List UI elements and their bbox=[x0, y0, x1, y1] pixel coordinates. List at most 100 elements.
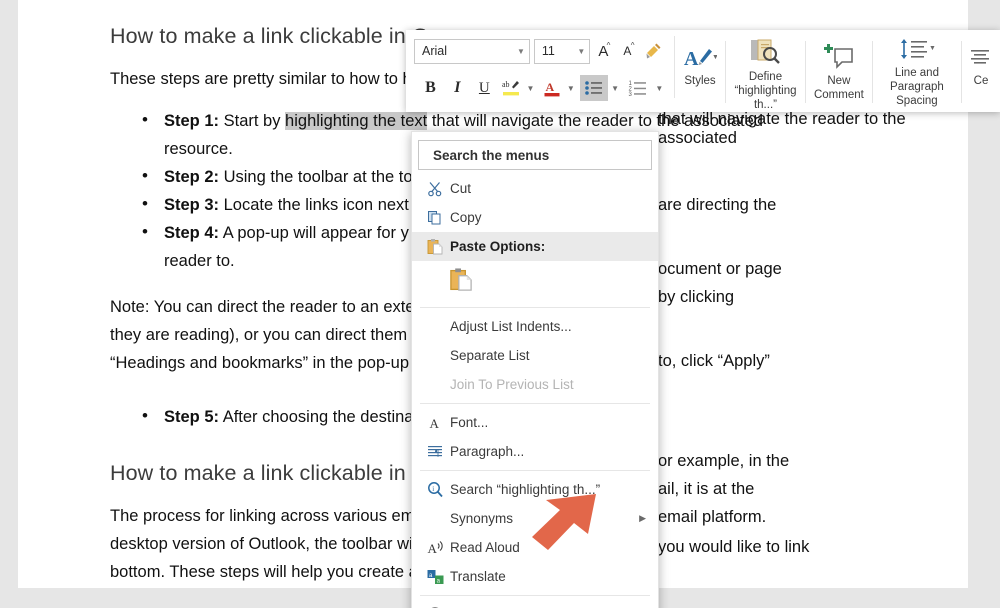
text-fragment-associated: that will navigate the reader to the ass… bbox=[658, 110, 968, 148]
font-color-icon: A bbox=[542, 78, 562, 98]
styles-button[interactable]: A ▼ Styles bbox=[675, 35, 725, 107]
center-button[interactable]: Ce bbox=[962, 35, 1000, 107]
menu-item-font[interactable]: A Font... bbox=[412, 408, 658, 437]
svg-text:A: A bbox=[430, 416, 440, 431]
menu-item-join-to-previous-list-label: Join To Previous List bbox=[450, 377, 658, 392]
step-label: Step 3: bbox=[164, 196, 219, 214]
chevron-down-icon[interactable]: ▼ bbox=[517, 47, 525, 56]
font-size-value: 11 bbox=[542, 44, 573, 58]
step-label: Step 4: bbox=[164, 224, 219, 242]
numbering-chevron-down-icon[interactable]: ▼ bbox=[653, 75, 666, 101]
translate-icon: a a bbox=[420, 569, 450, 585]
scissors-icon bbox=[420, 181, 450, 197]
read-aloud-icon: A bbox=[420, 540, 450, 556]
font-row: Arial ▼ 11 ▼ A ^ A ^ bbox=[414, 36, 666, 66]
paragraph-icon: ¶ bbox=[420, 444, 450, 460]
menu-separator bbox=[420, 470, 650, 471]
menu-item-paragraph[interactable]: ¶ Paragraph... bbox=[412, 437, 658, 466]
paste-keep-formatting-icon[interactable] bbox=[448, 267, 474, 298]
new-comment-icon-wrap bbox=[823, 37, 855, 71]
new-comment-icon bbox=[823, 43, 855, 71]
format-row: B I U ab ▼ A bbox=[414, 72, 666, 104]
numbering-button[interactable]: 1 2 3 bbox=[624, 75, 653, 101]
grow-font-button[interactable]: A ^ bbox=[592, 38, 614, 64]
menu-item-copy-label: Copy bbox=[450, 210, 658, 225]
text-fragment-it-is-at-the: ail, it is at the bbox=[658, 480, 754, 499]
highlight-chevron-down-icon[interactable]: ▼ bbox=[524, 75, 537, 101]
floating-mini-toolbar[interactable]: Arial ▼ 11 ▼ A ^ A ^ bbox=[406, 30, 1000, 112]
menu-separator bbox=[420, 307, 650, 308]
italic-button[interactable]: I bbox=[445, 75, 470, 101]
menu-item-cut-label: Cut bbox=[450, 181, 658, 196]
text-fragment-document-or-page: ocument or page bbox=[658, 260, 782, 279]
menu-item-paste-options-label: Paste Options: bbox=[450, 239, 658, 254]
format-painter-button[interactable] bbox=[640, 38, 666, 64]
svg-text:A: A bbox=[684, 48, 699, 70]
underline-button[interactable]: U bbox=[472, 75, 497, 101]
line-paragraph-spacing-button[interactable]: ▼ Line and Paragraph Spacing bbox=[873, 35, 962, 107]
svg-text:¶: ¶ bbox=[435, 448, 439, 458]
font-a-icon: A bbox=[420, 415, 450, 431]
menu-item-cut[interactable]: Cut bbox=[412, 174, 658, 203]
define-button[interactable]: Define “highlighting th...” bbox=[726, 35, 806, 107]
paste-options-gallery[interactable] bbox=[412, 261, 658, 303]
menu-item-paragraph-label: Paragraph... bbox=[450, 444, 658, 459]
define-dictionary-icon bbox=[748, 37, 782, 67]
annotation-arrow-icon bbox=[490, 490, 600, 580]
bullets-button[interactable] bbox=[580, 75, 609, 101]
menu-item-adjust-list-indents[interactable]: Adjust List Indents... bbox=[412, 312, 658, 341]
font-color-chevron-down-icon[interactable]: ▼ bbox=[564, 75, 577, 101]
line-spacing-icon: ▼ bbox=[897, 37, 937, 63]
svg-text:i: i bbox=[432, 485, 434, 493]
mini-toolbar-left-group: Arial ▼ 11 ▼ A ^ A ^ bbox=[406, 30, 674, 112]
text-fragment-by-clicking: by clicking bbox=[658, 288, 734, 307]
svg-text:ab: ab bbox=[502, 80, 510, 89]
para-line-1: The process for linking across various e… bbox=[110, 507, 414, 525]
text-highlight-button[interactable]: ab bbox=[499, 75, 524, 101]
new-comment-label: New Comment bbox=[814, 74, 864, 102]
menu-item-paste-options[interactable]: Paste Options: bbox=[412, 232, 658, 261]
define-label: Define “highlighting th...” bbox=[734, 70, 798, 112]
search-icon: i bbox=[420, 481, 450, 498]
grow-arrow-icon: ^ bbox=[607, 41, 611, 50]
menu-separator bbox=[420, 595, 650, 596]
svg-text:3: 3 bbox=[629, 92, 633, 97]
bold-button[interactable]: B bbox=[418, 75, 443, 101]
step-text: Locate the links icon next bbox=[219, 196, 409, 214]
menu-item-separate-list[interactable]: Separate List bbox=[412, 341, 658, 370]
center-label: Ce bbox=[974, 74, 989, 88]
text-highlight-icon: ab bbox=[501, 78, 521, 98]
align-center-icon bbox=[970, 45, 992, 71]
shrink-font-button[interactable]: A ^ bbox=[616, 38, 638, 64]
menu-item-copy[interactable]: Copy bbox=[412, 203, 658, 232]
chevron-down-icon[interactable]: ▼ bbox=[577, 47, 585, 56]
new-comment-button[interactable]: New Comment bbox=[806, 35, 872, 107]
note-line-2: they are reading), or you can direct the… bbox=[110, 326, 407, 344]
font-size-combobox[interactable]: 11 ▼ bbox=[534, 39, 590, 64]
submenu-arrow-icon: ▶ bbox=[639, 513, 646, 524]
note-line-1: Note: You can direct the reader to an ex… bbox=[110, 298, 415, 316]
font-name-combobox[interactable]: Arial ▼ bbox=[414, 39, 530, 64]
menu-item-link[interactable]: Link bbox=[412, 600, 658, 608]
numbered-list-icon: 1 2 3 bbox=[628, 79, 648, 97]
para-line-2: desktop version of Outlook, the toolbar … bbox=[110, 535, 413, 553]
selected-text: highlighting the text bbox=[285, 112, 427, 130]
bullets-chevron-down-icon[interactable]: ▼ bbox=[608, 75, 621, 101]
italic-label: I bbox=[454, 79, 460, 97]
step-text: A pop-up will appear for y bbox=[219, 224, 409, 242]
text-fragment-for-example: or example, in the bbox=[658, 452, 789, 471]
font-name-value: Arial bbox=[422, 44, 513, 58]
align-center-icon-wrap bbox=[970, 37, 992, 71]
font-color-button[interactable]: A bbox=[539, 75, 564, 101]
step-text: Start by bbox=[219, 112, 285, 130]
bullet-list-icon bbox=[584, 79, 604, 97]
search-the-menus-placeholder: Search the menus bbox=[433, 148, 549, 163]
search-the-menus-input[interactable]: Search the menus bbox=[418, 140, 652, 170]
step-label: Step 1: bbox=[164, 112, 219, 130]
copy-icon bbox=[420, 210, 450, 226]
menu-item-join-to-previous-list: Join To Previous List bbox=[412, 370, 658, 399]
define-icon-wrap bbox=[748, 37, 782, 67]
menu-item-font-label: Font... bbox=[450, 415, 658, 430]
clipboard-icon bbox=[420, 238, 450, 256]
menu-item-separate-list-label: Separate List bbox=[450, 348, 658, 363]
